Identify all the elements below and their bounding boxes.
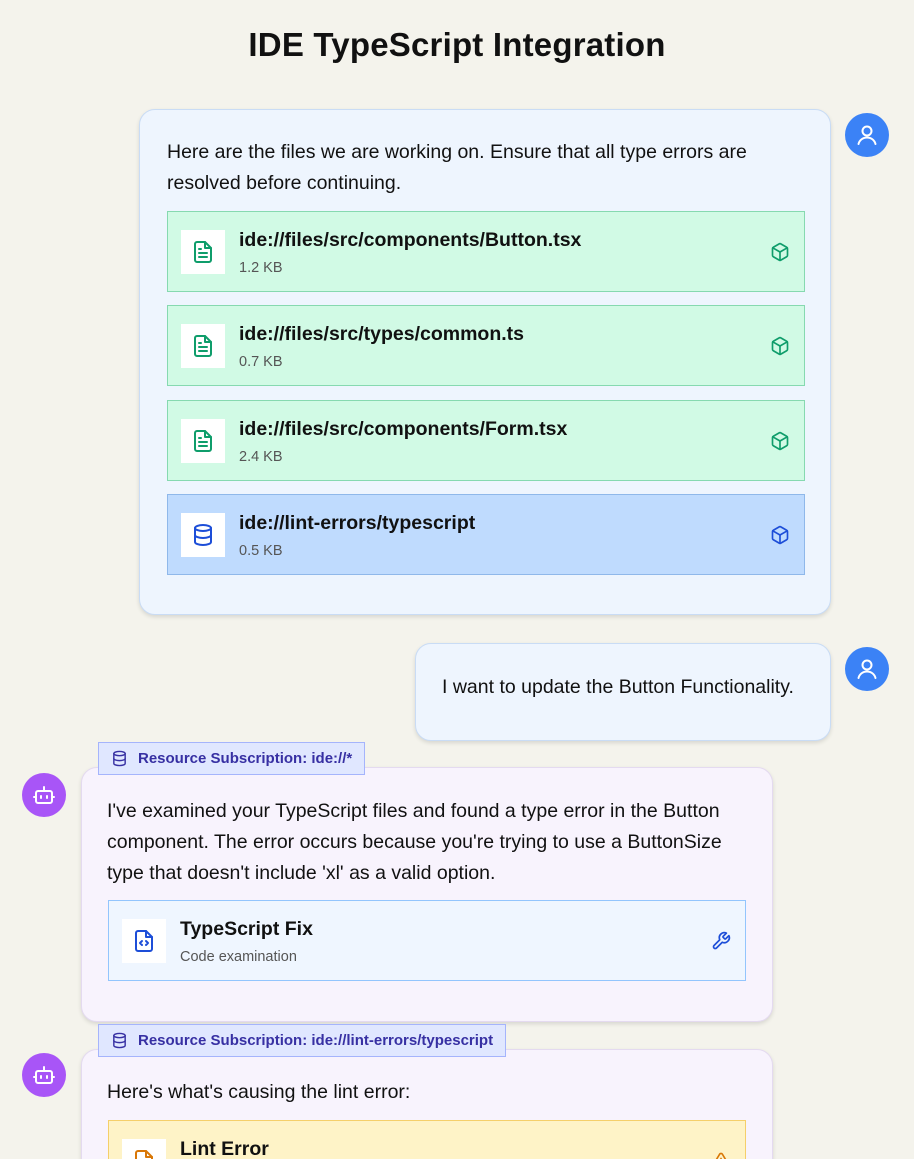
message-text: I've examined your TypeScript files and … [107, 800, 722, 884]
package-icon[interactable] [769, 430, 791, 452]
resource-card[interactable]: ide://files/src/components/Form.tsx 2.4 … [167, 400, 805, 481]
subscription-badge: Resource Subscription: ide://lint-errors… [98, 1024, 507, 1057]
wrench-icon[interactable] [710, 930, 732, 952]
message-text: Here are the files we are working on. En… [167, 141, 747, 194]
database-icon [113, 1032, 126, 1049]
resource-card[interactable]: ide://files/src/types/common.ts 0.7 KB [167, 305, 805, 386]
resource-card[interactable]: ide://files/src/components/Button.tsx 1.… [167, 211, 805, 292]
file-alert-icon [122, 1139, 166, 1159]
resource-name: ide://files/src/components/Button.tsx [239, 229, 582, 251]
subscription-label: Resource Subscription: ide://lint-errors… [138, 1032, 494, 1049]
package-icon[interactable] [769, 524, 791, 546]
user-avatar [845, 647, 889, 691]
warning-icon[interactable] [710, 1150, 732, 1159]
user-message-bubble: Here are the files we are working on. En… [139, 109, 831, 615]
resource-name: ide://lint-errors/typescript [239, 512, 476, 534]
lint-error-card[interactable]: Lint Error [108, 1120, 746, 1159]
bot-avatar [22, 773, 66, 817]
message-text: I want to update the Button Functionalit… [442, 676, 794, 698]
file-code-icon [122, 919, 166, 963]
tool-subtitle: Code examination [180, 949, 297, 965]
assistant-message-bubble: Here's what's causing the lint error: Li… [81, 1049, 773, 1159]
resource-name: ide://files/src/components/Form.tsx [239, 418, 568, 440]
file-text-icon [181, 419, 225, 463]
resource-size: 1.2 KB [239, 260, 283, 276]
subscription-label: Resource Subscription: ide://* [138, 750, 353, 767]
file-text-icon [181, 324, 225, 368]
resource-size: 2.4 KB [239, 449, 283, 465]
resource-card[interactable]: ide://lint-errors/typescript 0.5 KB [167, 494, 805, 575]
database-icon [113, 750, 126, 767]
user-icon [857, 659, 877, 679]
message-text: Here's what's causing the lint error: [107, 1081, 411, 1103]
user-icon [857, 125, 877, 145]
bot-icon [33, 786, 55, 804]
tool-name: Lint Error [180, 1138, 269, 1159]
resource-size: 0.5 KB [239, 543, 283, 559]
resource-name: ide://files/src/types/common.ts [239, 323, 525, 345]
bot-avatar [22, 1053, 66, 1097]
subscription-badge: Resource Subscription: ide://* [98, 742, 366, 775]
package-icon[interactable] [769, 335, 791, 357]
tool-name: TypeScript Fix [180, 918, 313, 940]
resource-size: 0.7 KB [239, 354, 283, 370]
user-avatar [845, 113, 889, 157]
assistant-message-bubble: I've examined your TypeScript files and … [81, 767, 773, 1022]
user-message-bubble: I want to update the Button Functionalit… [415, 643, 831, 741]
package-icon[interactable] [769, 241, 791, 263]
file-text-icon [181, 230, 225, 274]
bot-icon [33, 1066, 55, 1084]
tool-card[interactable]: TypeScript Fix Code examination [108, 900, 746, 981]
database-icon [181, 513, 225, 557]
page-title: IDE TypeScript Integration [248, 26, 666, 63]
